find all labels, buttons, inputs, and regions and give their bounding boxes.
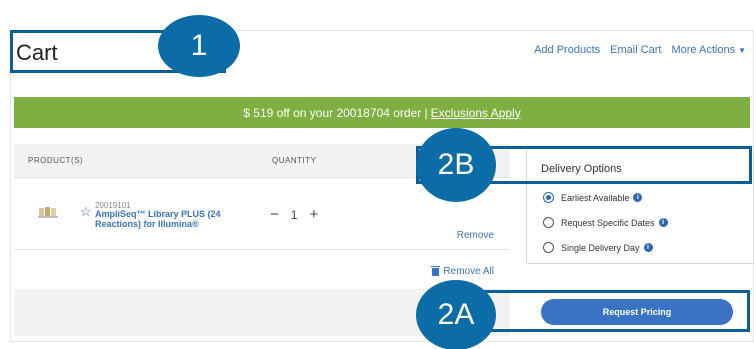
quantity-value[interactable]: 1	[291, 208, 298, 222]
more-actions-label: More Actions	[671, 44, 736, 56]
column-header-products: PRODUCT(S)	[28, 156, 84, 165]
delivery-option-single-day[interactable]: Single Delivery Day i	[543, 242, 653, 253]
info-icon[interactable]: i	[643, 243, 653, 252]
product-name-link[interactable]: AmpliSeq™ Library PLUS (24 Reactions) fo…	[95, 209, 235, 229]
info-icon[interactable]: i	[633, 193, 643, 202]
delivery-option-label: Earliest Available	[561, 192, 630, 203]
delivery-option-label: Single Delivery Day	[561, 242, 640, 253]
promo-text: $ 519 off on your 20018704 order |	[243, 105, 428, 120]
callout-1-marker: 1	[158, 15, 240, 77]
trash-icon	[431, 265, 441, 276]
quantity-decrement-button[interactable]: −	[270, 206, 279, 223]
header-links: Add Products Email Cart More Actions ▼	[534, 44, 746, 56]
delivery-option-label: Request Specific Dates	[561, 217, 655, 228]
callout-2b-marker: 2B	[416, 128, 496, 202]
exclusions-link[interactable]: Exclusions Apply	[431, 106, 521, 120]
info-icon[interactable]: i	[658, 218, 668, 227]
more-actions-dropdown[interactable]: More Actions ▼	[671, 44, 746, 56]
radio-selected-icon[interactable]	[543, 192, 554, 203]
promo-banner: $ 519 off on your 20018704 order | Exclu…	[14, 97, 750, 128]
callout-2a-marker: 2A	[416, 280, 496, 349]
favorite-star-icon[interactable]: ☆	[80, 205, 92, 218]
callout-2a-highlight	[474, 290, 750, 332]
remove-all-link[interactable]: Remove All	[431, 265, 494, 277]
add-products-link[interactable]: Add Products	[534, 44, 600, 56]
chevron-down-icon: ▼	[738, 46, 746, 55]
radio-icon[interactable]	[543, 242, 554, 253]
product-thumbnail	[38, 207, 58, 218]
quantity-stepper: − 1 +	[270, 206, 318, 223]
delivery-option-earliest[interactable]: Earliest Available i	[543, 192, 643, 203]
quantity-increment-button[interactable]: +	[309, 206, 318, 223]
remove-all-label: Remove All	[443, 266, 494, 277]
delivery-option-specific-dates[interactable]: Request Specific Dates i	[543, 217, 668, 228]
radio-icon[interactable]	[543, 217, 554, 228]
email-cart-link[interactable]: Email Cart	[610, 44, 661, 56]
column-header-quantity: QUANTITY	[272, 156, 317, 165]
remove-item-link[interactable]: Remove	[457, 230, 494, 241]
